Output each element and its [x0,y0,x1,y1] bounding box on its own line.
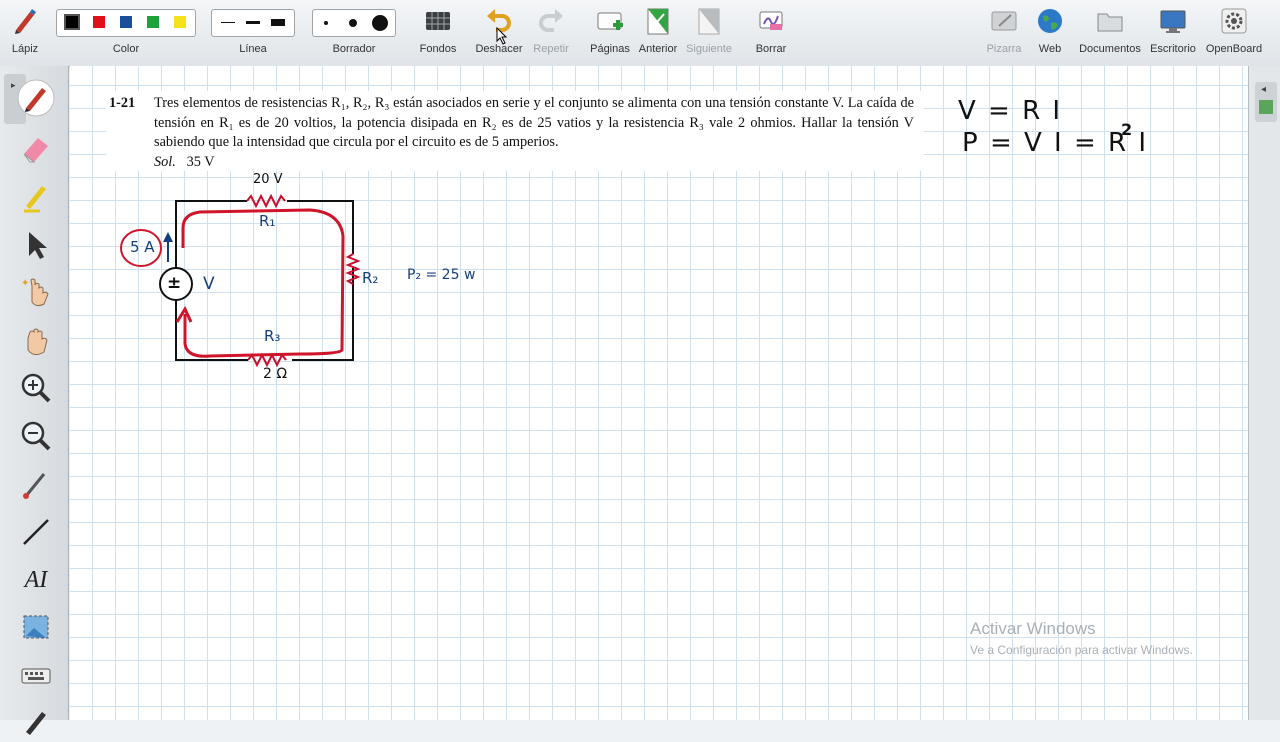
activation-watermark-title: Activar Windows [970,619,1096,638]
board-canvas[interactable]: 1-21 Tres elementos de resistencias R₁, … [70,66,1248,720]
documents-button[interactable]: Documentos [1076,0,1144,66]
hand-pan-icon[interactable] [16,320,56,360]
pen-tool-icon[interactable] [16,78,56,118]
previous-page-icon [647,8,669,35]
clear-page-icon [759,11,783,30]
eraser-small-option[interactable] [324,21,328,25]
zoom-in-icon[interactable] [16,368,56,408]
current-value-label: 5 A [130,238,155,256]
color-swatch-black[interactable] [64,14,80,30]
backgrounds-button[interactable]: Fondos [414,0,462,66]
current-arrow-head [163,232,173,242]
documents-label: Documentos [1079,43,1141,55]
previous-label: Anterior [638,43,678,55]
web-label: Web [1038,43,1062,55]
next-page-button[interactable]: Siguiente [684,0,734,66]
activation-watermark-subtitle: Ve a Configuración para activar Windows. [970,643,1193,657]
desktop-button[interactable]: Escritorio [1148,0,1198,66]
pages-button[interactable]: Páginas [586,0,634,66]
laser-pointer-icon[interactable] [16,464,56,504]
previous-page-button[interactable]: Anterior [636,0,680,66]
collapse-arrow-icon: ▸ [11,80,16,90]
redo-button[interactable]: Repetir [528,0,574,66]
line-thick-option[interactable] [271,19,285,26]
openboard-label: OpenBoard [1205,43,1263,55]
desktop-label: Escritorio [1150,43,1196,55]
eraser-medium-option[interactable] [349,19,357,27]
capture-tool-icon[interactable] [16,608,56,648]
main-toolbar: Lápiz Color Línea Borrador Fondos Deshac… [0,0,1280,67]
interact-hand-icon[interactable]: ✦ [16,272,56,312]
monitor-icon [1160,10,1186,33]
resistor-r1 [246,193,286,209]
right-panel-strip: ◂ [1248,66,1280,720]
openboard-menu-button[interactable]: OpenBoard [1204,0,1264,66]
add-page-icon [597,12,623,30]
eraser-large-option[interactable] [372,15,388,31]
circuit-diagram [120,193,361,368]
r1-label: R₁ [259,212,276,230]
zoom-out-icon[interactable] [16,416,56,456]
color-swatch-green[interactable] [147,16,159,28]
redo-label: Repetir [533,43,569,55]
pen-tool-button[interactable]: Lápiz [2,0,48,66]
next-page-icon [698,8,720,35]
source-symbol: ± [167,273,182,293]
clear-button[interactable]: Borrar [748,0,794,66]
gear-icon [1221,8,1247,34]
color-group: Color [56,0,196,66]
eraser-tool-icon[interactable] [16,128,56,168]
line-medium-option[interactable] [246,21,260,24]
eraser-size-selector [312,9,396,37]
color-label: Color [112,43,140,55]
r3-value-label: 2 Ω [263,366,288,382]
r2-label: R₂ [362,269,379,287]
line-tool-icon[interactable] [16,512,56,552]
virtual-keyboard-icon[interactable] [16,656,56,696]
color-swatch-red[interactable] [93,16,105,28]
board-label: Pizarra [986,43,1022,55]
pages-panel-toggle[interactable]: ◂ [1255,82,1277,122]
folder-icon [1097,13,1123,32]
line-thin-option[interactable] [221,22,235,23]
board-icon [991,11,1017,31]
r1-voltage-label: 20 V [253,172,283,187]
color-swatch-blue[interactable] [120,16,132,28]
panel-arrow-icon: ◂ [1261,84,1267,95]
r3-label: R₃ [264,327,281,345]
highlighter-tool-icon[interactable] [16,176,56,216]
pen-icon [15,9,36,34]
web-button[interactable]: Web [1030,0,1070,66]
next-label: Siguiente [686,43,732,55]
pages-label: Páginas [590,43,630,55]
globe-icon [1038,9,1062,33]
mouse-cursor [496,27,508,45]
select-arrow-icon[interactable] [16,224,56,264]
line-label: Línea [239,43,267,55]
redo-icon [539,9,563,32]
text-tool-icon[interactable]: AI [16,560,56,600]
pen-label: Lápiz [11,43,39,55]
eraser-label: Borrador [332,43,376,55]
more-tools-icon[interactable] [16,702,56,742]
board-button[interactable]: Pizarra [982,0,1026,66]
svg-text:✦: ✦ [21,278,29,289]
tools-sidebar: ▸ ✦ AI [0,66,69,735]
formula-exponent: 2 [1121,120,1133,139]
clear-label: Borrar [755,43,787,55]
color-palette [56,9,196,37]
color-swatch-yellow[interactable] [174,16,186,28]
line-group: Línea [211,0,295,66]
backgrounds-label: Fondos [419,43,457,55]
eraser-group: Borrador [312,0,396,66]
formula-ohm-law: V = R I [958,96,1063,126]
keyboard-grid-icon [426,12,450,30]
line-width-selector [211,9,295,37]
source-voltage-label: V [203,274,215,294]
p2-annotation: P₂ = 25 w [407,267,476,283]
pages-panel-icon [1259,100,1273,114]
